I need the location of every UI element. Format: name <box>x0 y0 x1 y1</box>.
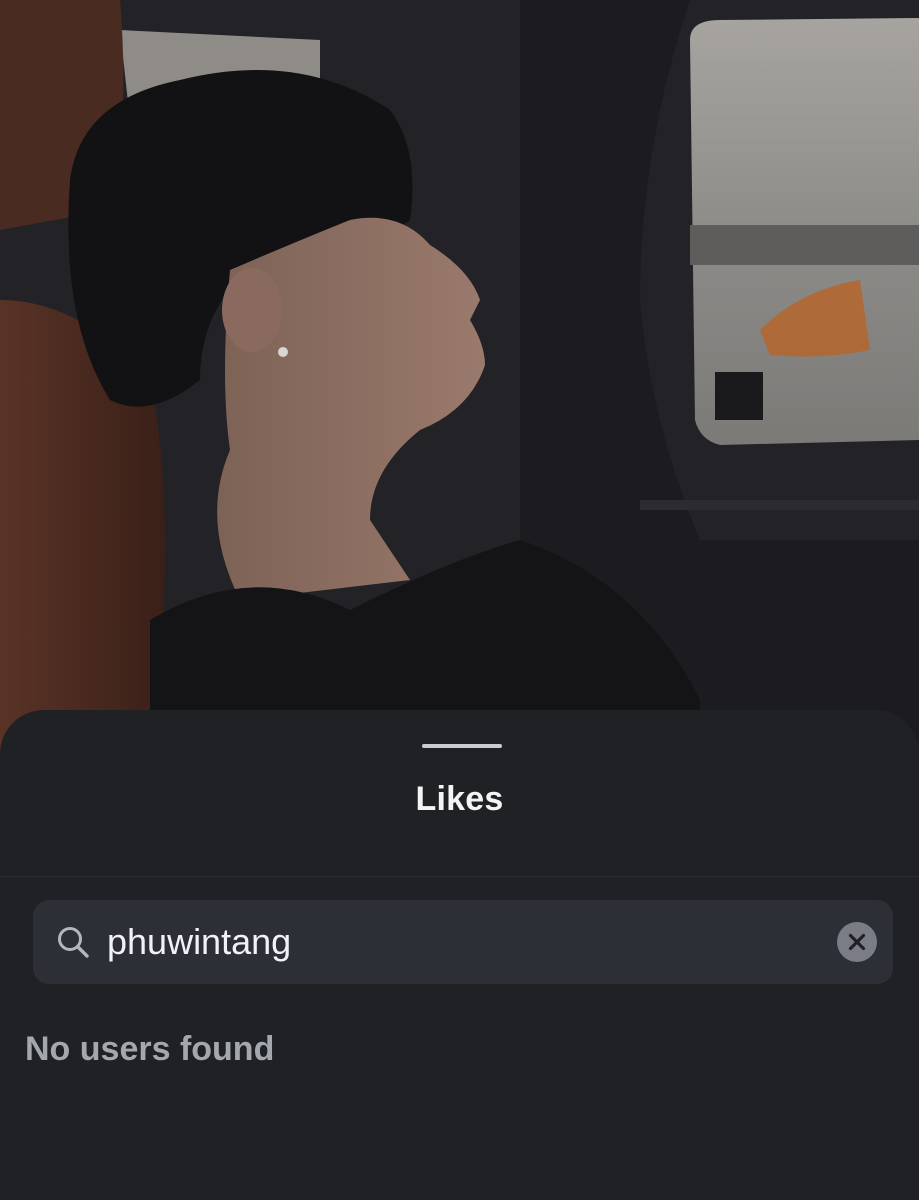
background-photo <box>0 0 919 760</box>
search-field[interactable] <box>33 900 893 984</box>
screen: Likes No users found <box>0 0 919 1200</box>
sheet-title: Likes <box>415 780 504 818</box>
likes-sheet: Likes No users found <box>0 710 919 1200</box>
empty-results-message: No users found <box>25 1030 275 1068</box>
sheet-grabber-handle[interactable] <box>422 744 502 748</box>
search-icon <box>55 924 91 960</box>
divider <box>0 876 919 877</box>
search-input[interactable] <box>107 914 827 970</box>
photo-illustration <box>0 0 919 760</box>
clear-icon[interactable] <box>837 922 877 962</box>
